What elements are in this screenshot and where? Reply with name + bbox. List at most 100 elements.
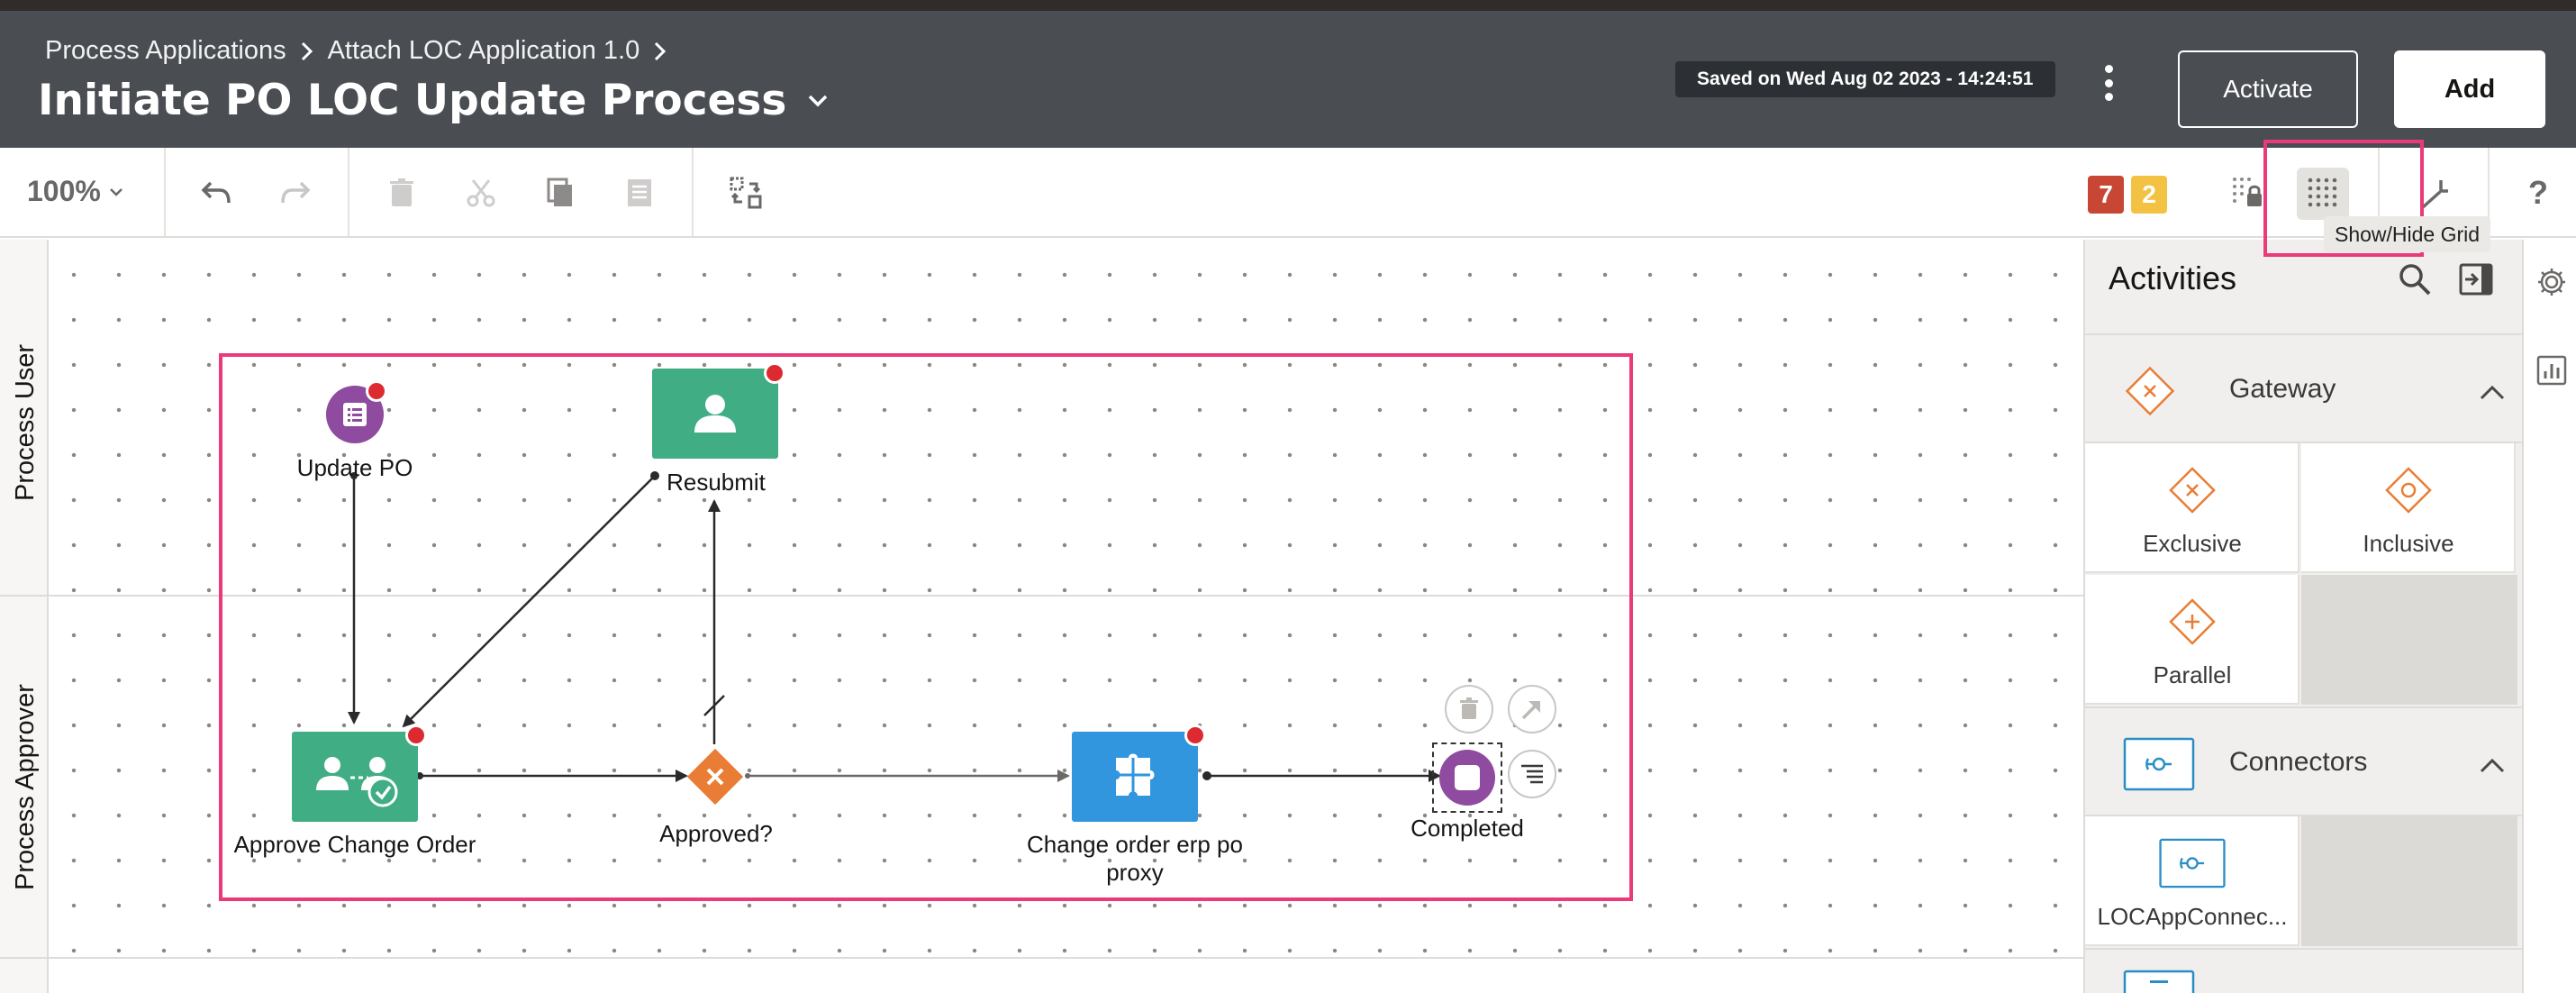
end-event-icon (1439, 750, 1495, 806)
collapse-arrow-icon[interactable] (2416, 175, 2452, 211)
redo-icon[interactable] (277, 175, 313, 211)
label-change-order-line1: Change order erp po (1027, 831, 1243, 858)
lane-label-process-approver[interactable]: Process Approver (11, 684, 41, 890)
help-icon[interactable]: ? (2520, 174, 2556, 211)
tile-loc-app-connector[interactable]: LOCAppConnec... (2085, 816, 2299, 946)
add-button[interactable]: Add (2394, 50, 2545, 128)
inclusive-gateway-icon (2385, 467, 2432, 514)
parallel-gateway-icon (2169, 598, 2216, 645)
gear-icon[interactable] (2536, 267, 2567, 297)
side-tools-strip (2522, 240, 2576, 993)
breadcrumb-process-applications[interactable]: Process Applications (45, 36, 286, 66)
user-icon (694, 395, 736, 433)
chevron-up-icon[interactable] (2478, 755, 2507, 775)
chevron-down-icon[interactable] (803, 86, 833, 116)
toolbar-divider (348, 148, 349, 236)
task-approve-change-order[interactable] (292, 732, 418, 822)
editor-toolbar: 100% 7 2 ? (0, 148, 2576, 238)
chevron-right-icon (655, 41, 667, 60)
chevron-up-icon[interactable] (2478, 382, 2507, 402)
task-change-order-erp-po-proxy[interactable] (1072, 732, 1198, 822)
label-resubmit: Resubmit (667, 469, 766, 496)
window-top-strip (0, 0, 2576, 11)
chevron-right-icon (301, 41, 313, 60)
process-editor: Process Applications Attach LOC Applicat… (0, 0, 2576, 993)
section-next[interactable] (2085, 948, 2524, 993)
list-icon (343, 403, 367, 426)
page-title[interactable]: Initiate PO LOC Update Process (38, 76, 833, 125)
flow-gateway-to-resubmit[interactable] (703, 499, 725, 744)
gateway-icon (2125, 366, 2175, 416)
process-canvas[interactable]: Process User Process Approver Update PO … (0, 240, 2083, 993)
breadcrumb-attach-loc-application[interactable]: Attach LOC Application 1.0 (328, 36, 640, 66)
flow-resubmit-to-approve[interactable] (402, 471, 659, 728)
error-indicator[interactable] (764, 362, 785, 384)
grid-tooltip: Show/Hide Grid (2324, 216, 2491, 252)
label-change-order-line2: proxy (1106, 859, 1164, 886)
activate-button[interactable]: Activate (2178, 50, 2358, 128)
panel-title: Activities (2109, 260, 2237, 296)
grid-lock-icon[interactable] (2230, 175, 2266, 211)
tile-loc-app-connector-label: LOCAppConnec... (2097, 903, 2288, 930)
tile-inclusive-label: Inclusive (2363, 530, 2454, 557)
approval-icon (316, 757, 398, 807)
section-connectors[interactable]: Connectors (2085, 706, 2524, 816)
label-approved: Approved? (659, 820, 773, 847)
toolbar-divider (692, 148, 694, 236)
next-section-icon (2123, 970, 2195, 993)
chevron-down-icon (109, 187, 122, 196)
tile-placeholder (2301, 816, 2517, 946)
scissors-icon[interactable] (463, 175, 499, 211)
breadcrumb: Process Applications Attach LOC Applicat… (45, 36, 668, 66)
flow-proxy-to-completed[interactable] (1202, 770, 1441, 782)
paste-icon[interactable] (621, 175, 658, 211)
chart-icon[interactable] (2536, 355, 2567, 386)
puzzle-icon (1116, 753, 1155, 796)
lane-label-process-user[interactable]: Process User (11, 344, 41, 501)
app-header: Process Applications Attach LOC Applicat… (0, 11, 2576, 148)
panel-collapse-icon[interactable] (2458, 261, 2494, 297)
grid-icon[interactable] (2305, 175, 2341, 211)
undo-icon[interactable] (198, 175, 234, 211)
tile-exclusive[interactable]: Exclusive (2085, 443, 2299, 573)
arrow-icon (1521, 700, 1541, 720)
error-indicator[interactable] (366, 380, 387, 402)
menu-lines-icon (1521, 764, 1543, 784)
replace-icon[interactable] (728, 175, 764, 211)
saved-status-badge: Saved on Wed Aug 02 2023 - 14:24:51 (1675, 61, 2055, 97)
tile-placeholder (2301, 575, 2517, 705)
toolbar-divider (164, 148, 166, 236)
tile-exclusive-label: Exclusive (2143, 530, 2242, 557)
label-update-po: Update PO (296, 454, 413, 481)
activities-panel: Activities Gateway Exclusive Inclusive P… (2083, 240, 2524, 993)
flow-update-po-to-approve[interactable] (348, 472, 360, 724)
copy-icon[interactable] (542, 175, 578, 211)
kebab-icon[interactable] (2092, 59, 2125, 106)
flow-approve-to-gateway[interactable] (416, 770, 688, 782)
search-icon[interactable] (2397, 261, 2433, 297)
trash-icon[interactable] (384, 175, 420, 211)
zoom-select[interactable]: 100% (27, 175, 124, 208)
node-properties-button[interactable] (1508, 750, 1556, 798)
label-completed: Completed (1410, 815, 1524, 842)
connector-icon (2159, 838, 2226, 888)
warning-count-badge[interactable]: 2 (2131, 176, 2167, 214)
task-resubmit[interactable] (652, 369, 778, 459)
exclusive-gateway-icon (2169, 467, 2216, 514)
gateway-approved[interactable] (683, 744, 748, 814)
tile-parallel[interactable]: Parallel (2085, 575, 2299, 705)
error-indicator[interactable] (1184, 724, 1206, 746)
node-delete-button[interactable] (1445, 685, 1493, 733)
tile-inclusive[interactable]: Inclusive (2301, 443, 2516, 573)
section-gateway[interactable]: Gateway (2085, 333, 2524, 443)
lane-divider (0, 595, 2083, 597)
label-approve-change-order: Approve Change Order (233, 831, 476, 858)
trash-icon (1460, 697, 1478, 719)
node-connect-button[interactable] (1508, 685, 1556, 733)
flow-gateway-to-proxy[interactable] (745, 770, 1070, 782)
error-count-badge[interactable]: 7 (2088, 176, 2124, 214)
tile-parallel-label: Parallel (2153, 661, 2232, 688)
page-title-text: Initiate PO LOC Update Process (38, 76, 787, 125)
error-indicator[interactable] (405, 724, 427, 746)
end-event-completed[interactable] (1432, 742, 1502, 813)
